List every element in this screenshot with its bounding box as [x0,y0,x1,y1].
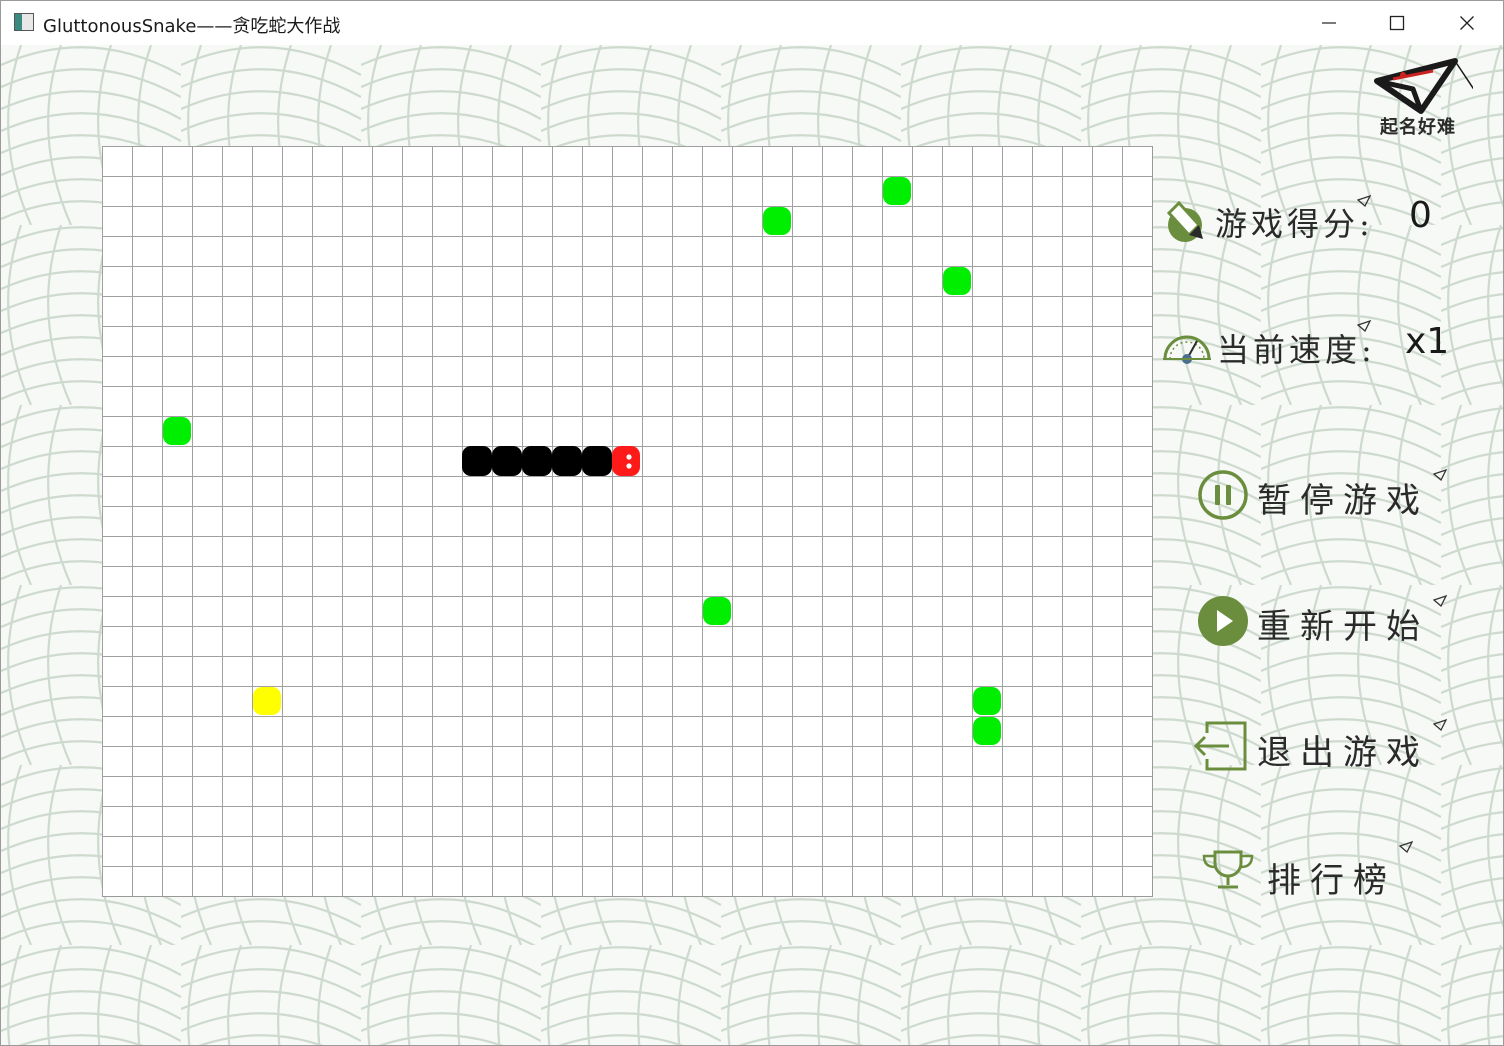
snake-body-segment [462,446,492,476]
food-item [883,177,911,205]
snake-body-segment [492,446,522,476]
pause-icon [1198,470,1248,520]
close-icon [1460,16,1474,30]
minimize-icon [1322,22,1336,24]
pencil-badge-icon [1166,200,1203,242]
score-label: 游戏得分: [1215,205,1374,243]
restart-label: 重新开始 [1257,607,1429,647]
snake-body-segment [552,446,582,476]
maximize-button[interactable] [1363,1,1431,45]
exit-door-icon [1193,721,1247,771]
speed-display: 当前速度: x1 [1161,321,1461,371]
score-display: 游戏得分: 0 [1163,195,1463,245]
speed-value: x1 [1405,321,1450,362]
special-food-item [253,687,281,715]
maximize-icon [1389,15,1405,31]
leaderboard-button[interactable]: 排行榜 [1201,845,1421,905]
score-value: 0 [1409,195,1432,236]
speed-label: 当前速度: [1217,331,1376,369]
logo: 起名好难 [1363,53,1489,143]
game-window: GluttonousSnake——贪吃蛇大作战 起名好难 游戏得分: 0 当前速… [0,0,1504,1046]
paper-plane-icon [1374,58,1484,114]
food-item [763,207,791,235]
game-board[interactable] [102,146,1153,897]
food-item [973,717,1001,745]
window-title: GluttonousSnake——贪吃蛇大作战 [43,16,341,37]
title-bar[interactable]: GluttonousSnake——贪吃蛇大作战 [1,1,1503,45]
paper-plane-icon [1433,595,1447,607]
food-item [703,597,731,625]
logo-text: 起名好难 [1380,117,1456,138]
minimize-button[interactable] [1295,1,1363,45]
paper-plane-icon [1433,469,1447,481]
play-icon [1198,596,1248,646]
close-button[interactable] [1433,1,1501,45]
trophy-icon [1202,850,1254,889]
pause-label: 暂停游戏 [1257,481,1429,521]
snake-eye [626,463,632,469]
food-item [163,417,191,445]
paper-plane-icon [1357,320,1371,332]
snake-eye [626,454,632,460]
app-icon [14,13,34,31]
game-area: 起名好难 游戏得分: 0 当前速度: x1 暂停游戏 重新开始 退出游戏 排行榜 [1,45,1503,1045]
food-item [973,687,1001,715]
snake-body-segment [522,446,552,476]
pause-button[interactable]: 暂停游戏 [1197,465,1457,525]
food-item [943,267,971,295]
snake-body-segment [582,446,612,476]
exit-label: 退出游戏 [1257,733,1429,773]
restart-button[interactable]: 重新开始 [1197,591,1457,651]
paper-plane-icon [1433,719,1447,731]
board-grid [102,146,1152,896]
paper-plane-icon [1357,195,1371,207]
exit-button[interactable]: 退出游戏 [1193,717,1457,777]
snake-head [612,446,640,476]
leaderboard-label: 排行榜 [1267,861,1396,901]
paper-plane-icon [1399,841,1413,853]
speedometer-icon [1163,335,1211,364]
